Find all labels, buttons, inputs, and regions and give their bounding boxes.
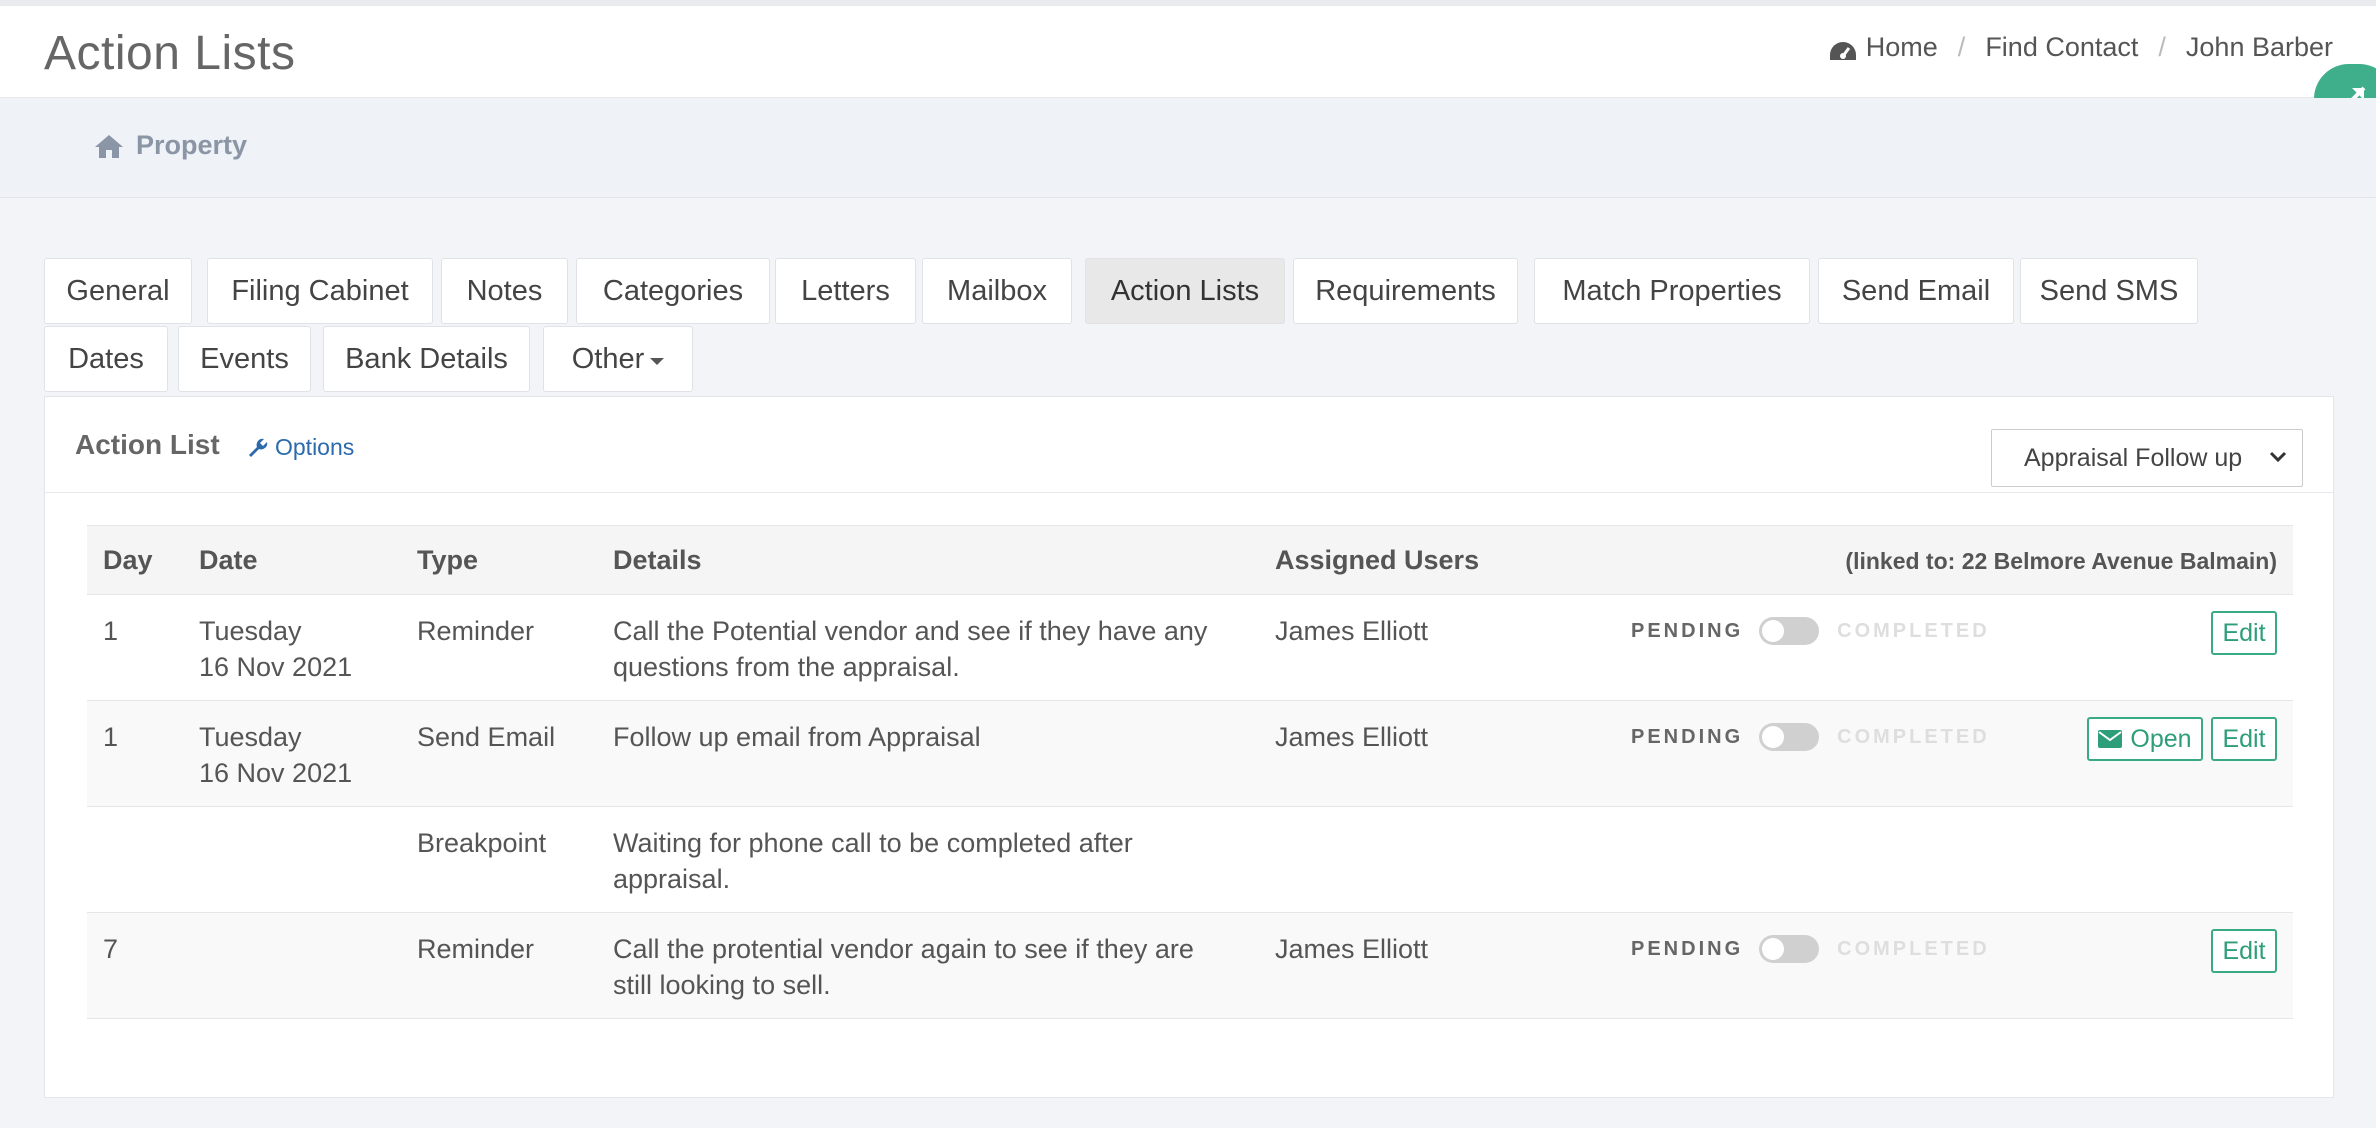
type-cell: Reminder [417, 616, 535, 646]
panel-header: Action List Options Appraisal Follow up [45, 397, 2333, 493]
action-list-select[interactable]: Appraisal Follow up [1991, 429, 2303, 487]
details-cell: Call the protential vendor again to see … [613, 934, 1194, 1000]
linked-property-label: (linked to: 22 Belmore Avenue Balmain) [1845, 548, 2277, 574]
date-weekday: Tuesday [199, 722, 302, 752]
status-toggle[interactable] [1759, 723, 1820, 751]
tab-mailbox[interactable]: Mailbox [922, 258, 1072, 324]
breadcrumb-home[interactable]: Home [1866, 32, 1938, 63]
breadcrumb-current: John Barber [2185, 32, 2333, 62]
date-value: 16 Nov 2021 [199, 652, 353, 682]
assigned-user-cell: James Elliott [1275, 934, 1429, 964]
tab-other-label: Other [571, 342, 645, 375]
breadcrumb-separator: / [2158, 32, 2166, 62]
envelope-icon [2098, 730, 2123, 748]
table-row: Breakpoint Waiting for phone call to be … [87, 807, 2293, 913]
open-email-button[interactable]: Open [2087, 717, 2203, 761]
status-completed-label: COMPLETED [1837, 619, 1990, 642]
open-label: Open [2130, 724, 2192, 753]
details-cell: Call the Potential vendor and see if the… [613, 616, 1208, 682]
tab-other-dropdown[interactable]: Other [543, 326, 693, 392]
tab-filing-cabinet[interactable]: Filing Cabinet [207, 258, 433, 324]
tab-send-email[interactable]: Send Email [1818, 258, 2014, 324]
edit-button[interactable]: Edit [2211, 611, 2277, 655]
table-header: Day Date Type Details Assigned Users (li… [87, 525, 2293, 595]
action-list-select-value: Appraisal Follow up [2024, 443, 2243, 472]
tab-bank-details[interactable]: Bank Details [323, 326, 530, 392]
type-cell: Send Email [417, 722, 556, 752]
assigned-user-cell: James Elliott [1275, 616, 1429, 646]
page-header: Action Lists Home / Find Contact / John … [0, 6, 2376, 98]
panel-title: Action List [75, 429, 220, 460]
day-cell: 1 [103, 616, 119, 646]
chevron-down-icon [2269, 451, 2287, 463]
day-cell: 1 [103, 722, 119, 752]
caret-down-icon [650, 357, 665, 365]
day-cell: 7 [103, 934, 119, 964]
status-control: PENDING COMPLETED [1631, 617, 1990, 645]
status-completed-label: COMPLETED [1837, 937, 1990, 960]
tab-dates[interactable]: Dates [44, 326, 168, 392]
date-cell: Tuesday 16 Nov 2021 [199, 719, 399, 791]
tab-action-lists[interactable]: Action Lists [1085, 258, 1285, 324]
home-icon [95, 134, 123, 158]
tab-events[interactable]: Events [178, 326, 311, 392]
tab-send-sms[interactable]: Send SMS [2020, 258, 2198, 324]
subnav-property[interactable]: Property [94, 130, 247, 161]
details-cell: Follow up email from Appraisal [613, 722, 981, 752]
assigned-user-cell: James Elliott [1275, 722, 1429, 752]
status-pending-label: PENDING [1631, 725, 1744, 748]
date-weekday: Tuesday [199, 616, 302, 646]
date-value: 16 Nov 2021 [199, 758, 353, 788]
table-row: 7 Reminder Call the protential vendor ag… [87, 913, 2293, 1019]
header-details: Details [613, 545, 702, 575]
type-cell: Breakpoint [417, 828, 547, 858]
table-row: 1 Tuesday 16 Nov 2021 Reminder Call the … [87, 595, 2293, 701]
subnav-property-label: Property [136, 130, 248, 160]
tab-notes[interactable]: Notes [441, 258, 568, 324]
status-toggle[interactable] [1759, 617, 1820, 645]
status-completed-label: COMPLETED [1837, 725, 1990, 748]
status-pending-label: PENDING [1631, 619, 1744, 642]
dashboard-icon [1828, 38, 1858, 60]
date-cell: Tuesday 16 Nov 2021 [199, 613, 399, 685]
tab-letters[interactable]: Letters [775, 258, 916, 324]
type-cell: Reminder [417, 934, 535, 964]
wrench-icon [249, 438, 268, 457]
tab-match-properties[interactable]: Match Properties [1534, 258, 1810, 324]
header-assigned-users: Assigned Users [1275, 545, 1480, 575]
tab-requirements[interactable]: Requirements [1293, 258, 1518, 324]
status-toggle[interactable] [1759, 935, 1820, 963]
breadcrumb-find-contact[interactable]: Find Contact [1985, 32, 2138, 63]
header-type: Type [417, 545, 479, 575]
breadcrumb-separator: / [1957, 32, 1966, 62]
table-row: 1 Tuesday 16 Nov 2021 Send Email Follow … [87, 701, 2293, 807]
tab-categories[interactable]: Categories [576, 258, 770, 324]
edit-button[interactable]: Edit [2211, 929, 2277, 973]
action-list-panel: Action List Options Appraisal Follow up … [44, 396, 2334, 1098]
details-cell: Waiting for phone call to be completed a… [613, 828, 1133, 894]
sub-navigation: Property [0, 98, 2376, 198]
breadcrumb: Home / Find Contact / John Barber [1828, 32, 2333, 63]
edit-button[interactable]: Edit [2211, 717, 2277, 761]
header-date: Date [199, 545, 258, 575]
options-label: Options [275, 434, 355, 460]
status-control: PENDING COMPLETED [1631, 723, 1990, 751]
page-title: Action Lists [44, 27, 296, 80]
header-day: Day [103, 545, 153, 575]
status-pending-label: PENDING [1631, 937, 1744, 960]
status-control: PENDING COMPLETED [1631, 935, 1990, 963]
options-link[interactable]: Options [247, 434, 354, 461]
tab-general[interactable]: General [44, 258, 192, 324]
